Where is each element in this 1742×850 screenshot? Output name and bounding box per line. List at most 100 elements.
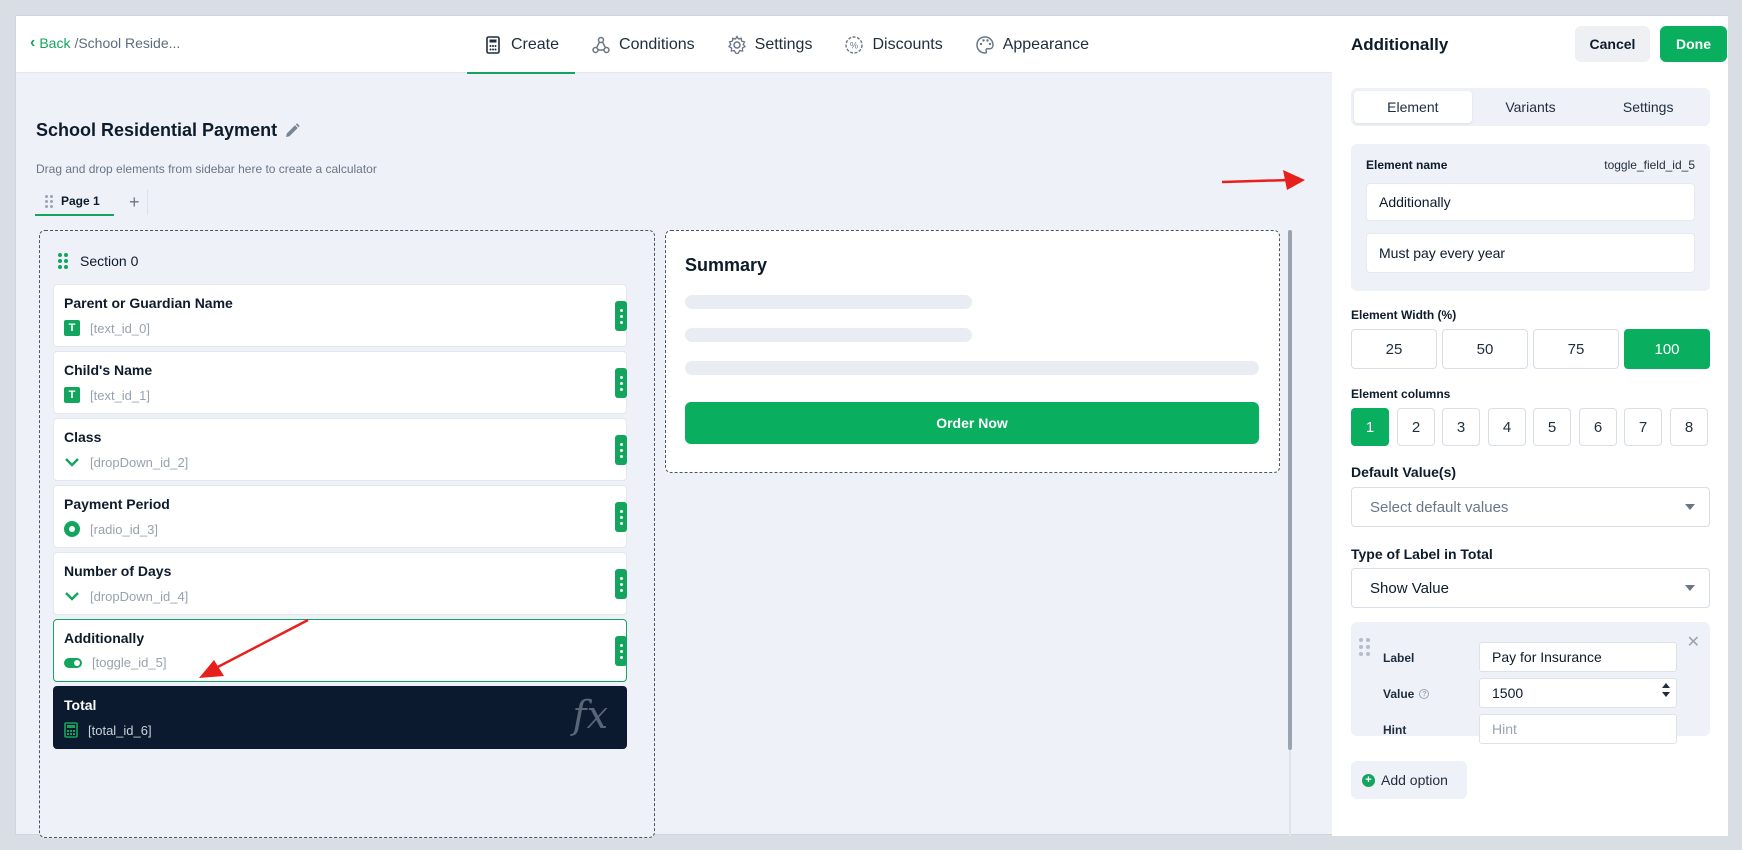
field-name: Additionally: [64, 630, 145, 646]
element-settings-panel: Additionally Cancel Done Element Variant…: [1332, 16, 1728, 836]
default-values-select[interactable]: Select default values: [1351, 487, 1710, 527]
breadcrumb: /School Reside...: [74, 35, 181, 51]
field-id-row: [toggle_id_5]: [64, 655, 166, 670]
label-type-value: Show Value: [1370, 579, 1449, 597]
field-item[interactable]: Parent or Guardian Name T [text_id_0]: [53, 284, 627, 347]
formula-icon: fx: [572, 693, 609, 737]
field-item-selected[interactable]: Additionally [toggle_id_5]: [53, 619, 627, 682]
tab-appearance[interactable]: Appearance: [959, 16, 1105, 73]
calculator-icon: [486, 35, 500, 54]
add-option-label: Add option: [1381, 772, 1448, 788]
field-id: [text_id_0]: [90, 320, 150, 336]
tab-element[interactable]: Element: [1354, 91, 1472, 123]
done-button[interactable]: Done: [1660, 26, 1727, 62]
field-item-total[interactable]: Total [total_id_6] fx: [53, 686, 627, 749]
tab-variants[interactable]: Variants: [1472, 91, 1590, 123]
field-id-row: T [text_id_0]: [64, 320, 150, 336]
cancel-button[interactable]: Cancel: [1575, 26, 1650, 62]
chevron-left-icon: ‹: [30, 34, 36, 51]
field-item[interactable]: Class [dropDown_id_2]: [53, 418, 627, 481]
field-id: [radio_id_3]: [90, 521, 158, 537]
page-title: School Residential Payment: [36, 120, 301, 141]
add-page-button[interactable]: +: [122, 189, 148, 215]
option-hint-caption: Hint: [1383, 723, 1407, 737]
element-id: toggle_field_id_5: [1604, 158, 1695, 172]
svg-text:%: %: [850, 40, 858, 50]
tab-label: Settings: [754, 35, 813, 53]
field-name: Number of Days: [64, 563, 172, 579]
field-menu-button[interactable]: [615, 636, 627, 666]
column-option-6[interactable]: 6: [1579, 408, 1617, 446]
gear-icon: [727, 34, 746, 54]
field-menu-button[interactable]: [615, 435, 627, 465]
option-label-input[interactable]: Pay for Insurance: [1479, 642, 1677, 672]
field-item[interactable]: Payment Period [radio_id_3]: [53, 485, 627, 548]
order-now-button[interactable]: Order Now: [685, 402, 1259, 444]
column-option-3[interactable]: 3: [1442, 408, 1480, 446]
field-item[interactable]: Child's Name T [text_id_1]: [53, 351, 627, 414]
tab-panel-settings[interactable]: Settings: [1589, 91, 1707, 123]
field-id: [dropDown_id_4]: [90, 588, 189, 604]
field-menu-button[interactable]: [615, 368, 627, 398]
add-option-button[interactable]: + Add option: [1351, 761, 1467, 799]
page-tabs: Page 1 +: [35, 188, 148, 216]
option-hint-input[interactable]: Hint: [1479, 714, 1677, 744]
field-menu-button[interactable]: [615, 502, 627, 532]
width-option-100[interactable]: 100: [1624, 329, 1710, 369]
field-id: [dropDown_id_2]: [90, 454, 189, 470]
tab-label: Create: [511, 35, 560, 53]
columns-label: Element columns: [1351, 387, 1451, 401]
element-name-label: Element name: [1366, 158, 1448, 172]
column-option-4[interactable]: 4: [1488, 408, 1526, 446]
tab-settings[interactable]: Settings: [711, 16, 829, 73]
drag-handle-icon[interactable]: [1359, 638, 1371, 656]
element-name-group: Element name toggle_field_id_5 Additiona…: [1351, 144, 1710, 291]
column-option-2[interactable]: 2: [1397, 408, 1435, 446]
tab-discounts[interactable]: % Discounts: [828, 16, 958, 73]
width-label: Element Width (%): [1351, 308, 1457, 322]
palette-icon: [975, 35, 994, 54]
column-option-1[interactable]: 1: [1351, 408, 1389, 446]
field-name: Total: [64, 697, 97, 713]
section-title: Section 0: [80, 253, 139, 269]
column-option-8[interactable]: 8: [1670, 408, 1708, 446]
tab-label: Conditions: [619, 35, 695, 53]
drag-handle-icon[interactable]: [58, 253, 68, 269]
width-option-50[interactable]: 50: [1442, 329, 1528, 369]
help-icon[interactable]: ?: [1419, 689, 1430, 699]
option-row: ✕ Label Pay for Insurance Value ? 1500 H…: [1351, 622, 1710, 744]
element-name-input[interactable]: Additionally: [1366, 183, 1695, 221]
field-id: [text_id_1]: [90, 387, 150, 403]
width-option-25[interactable]: 25: [1351, 329, 1437, 369]
back-label: Back: [39, 35, 71, 51]
element-description-input[interactable]: Must pay every year: [1366, 233, 1695, 273]
back-link[interactable]: ‹ Back /School Reside...: [30, 34, 180, 52]
chevron-down-icon: [65, 592, 79, 601]
text-icon: T: [64, 320, 80, 336]
close-icon[interactable]: ✕: [1687, 632, 1700, 652]
field-id-row: T [text_id_1]: [64, 387, 150, 403]
chevron-down-icon: [65, 458, 79, 467]
option-value-input[interactable]: 1500: [1479, 678, 1677, 708]
column-option-5[interactable]: 5: [1533, 408, 1571, 446]
label-type-select[interactable]: Show Value: [1351, 568, 1710, 608]
field-item[interactable]: Number of Days [dropDown_id_4]: [53, 552, 627, 615]
default-values-placeholder: Select default values: [1370, 498, 1509, 516]
label-type-label: Type of Label in Total: [1351, 546, 1493, 562]
width-option-75[interactable]: 75: [1533, 329, 1619, 369]
caret-down-icon: [1685, 504, 1695, 510]
conditions-icon: [592, 36, 610, 53]
pencil-icon[interactable]: [283, 122, 301, 140]
number-stepper[interactable]: [1662, 683, 1670, 697]
tab-create[interactable]: Create: [467, 16, 576, 74]
option-label-caption: Label: [1383, 651, 1415, 665]
text-icon: T: [64, 387, 80, 403]
summary-title: Summary: [685, 255, 768, 275]
field-menu-button[interactable]: [615, 301, 627, 331]
page-tab-1[interactable]: Page 1: [35, 188, 114, 216]
column-option-7[interactable]: 7: [1624, 408, 1662, 446]
canvas-scrollbar[interactable]: [1288, 230, 1292, 750]
tab-conditions[interactable]: Conditions: [575, 16, 711, 73]
field-menu-button[interactable]: [615, 569, 627, 599]
drag-handle-icon[interactable]: [45, 195, 53, 208]
